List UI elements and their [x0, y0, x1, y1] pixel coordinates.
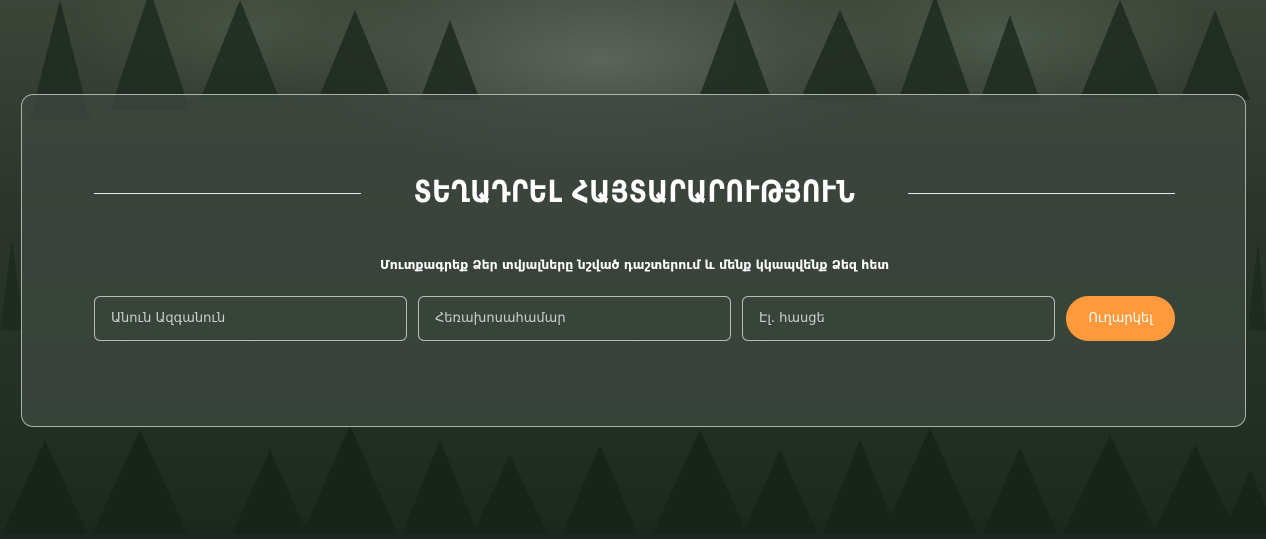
section-title: ՏԵՂԱԴՐԵԼ ՀԱՅՏԱՐԱՐՈՒԹՅՈՒՆ [413, 175, 856, 210]
email-input[interactable] [742, 296, 1055, 341]
title-row: ՏԵՂԱԴՐԵԼ ՀԱՅՏԱՐԱՐՈՒԹՅՈՒՆ [94, 169, 1175, 219]
ad-request-card: ՏԵՂԱԴՐԵԼ ՀԱՅՏԱՐԱՐՈՒԹՅՈՒՆ Մուտքագրեք Ձեր … [21, 94, 1246, 427]
section-subtitle: Մուտքագրեք Ձեր տվյալները նշված դաշտերում… [379, 257, 890, 272]
title-divider-right [908, 193, 1175, 194]
phone-number-input[interactable] [418, 296, 731, 341]
full-name-input[interactable] [94, 296, 407, 341]
submit-button[interactable]: Ուղարկել [1066, 296, 1175, 341]
bottom-border-strip [0, 534, 1266, 539]
title-divider-left [94, 193, 361, 194]
